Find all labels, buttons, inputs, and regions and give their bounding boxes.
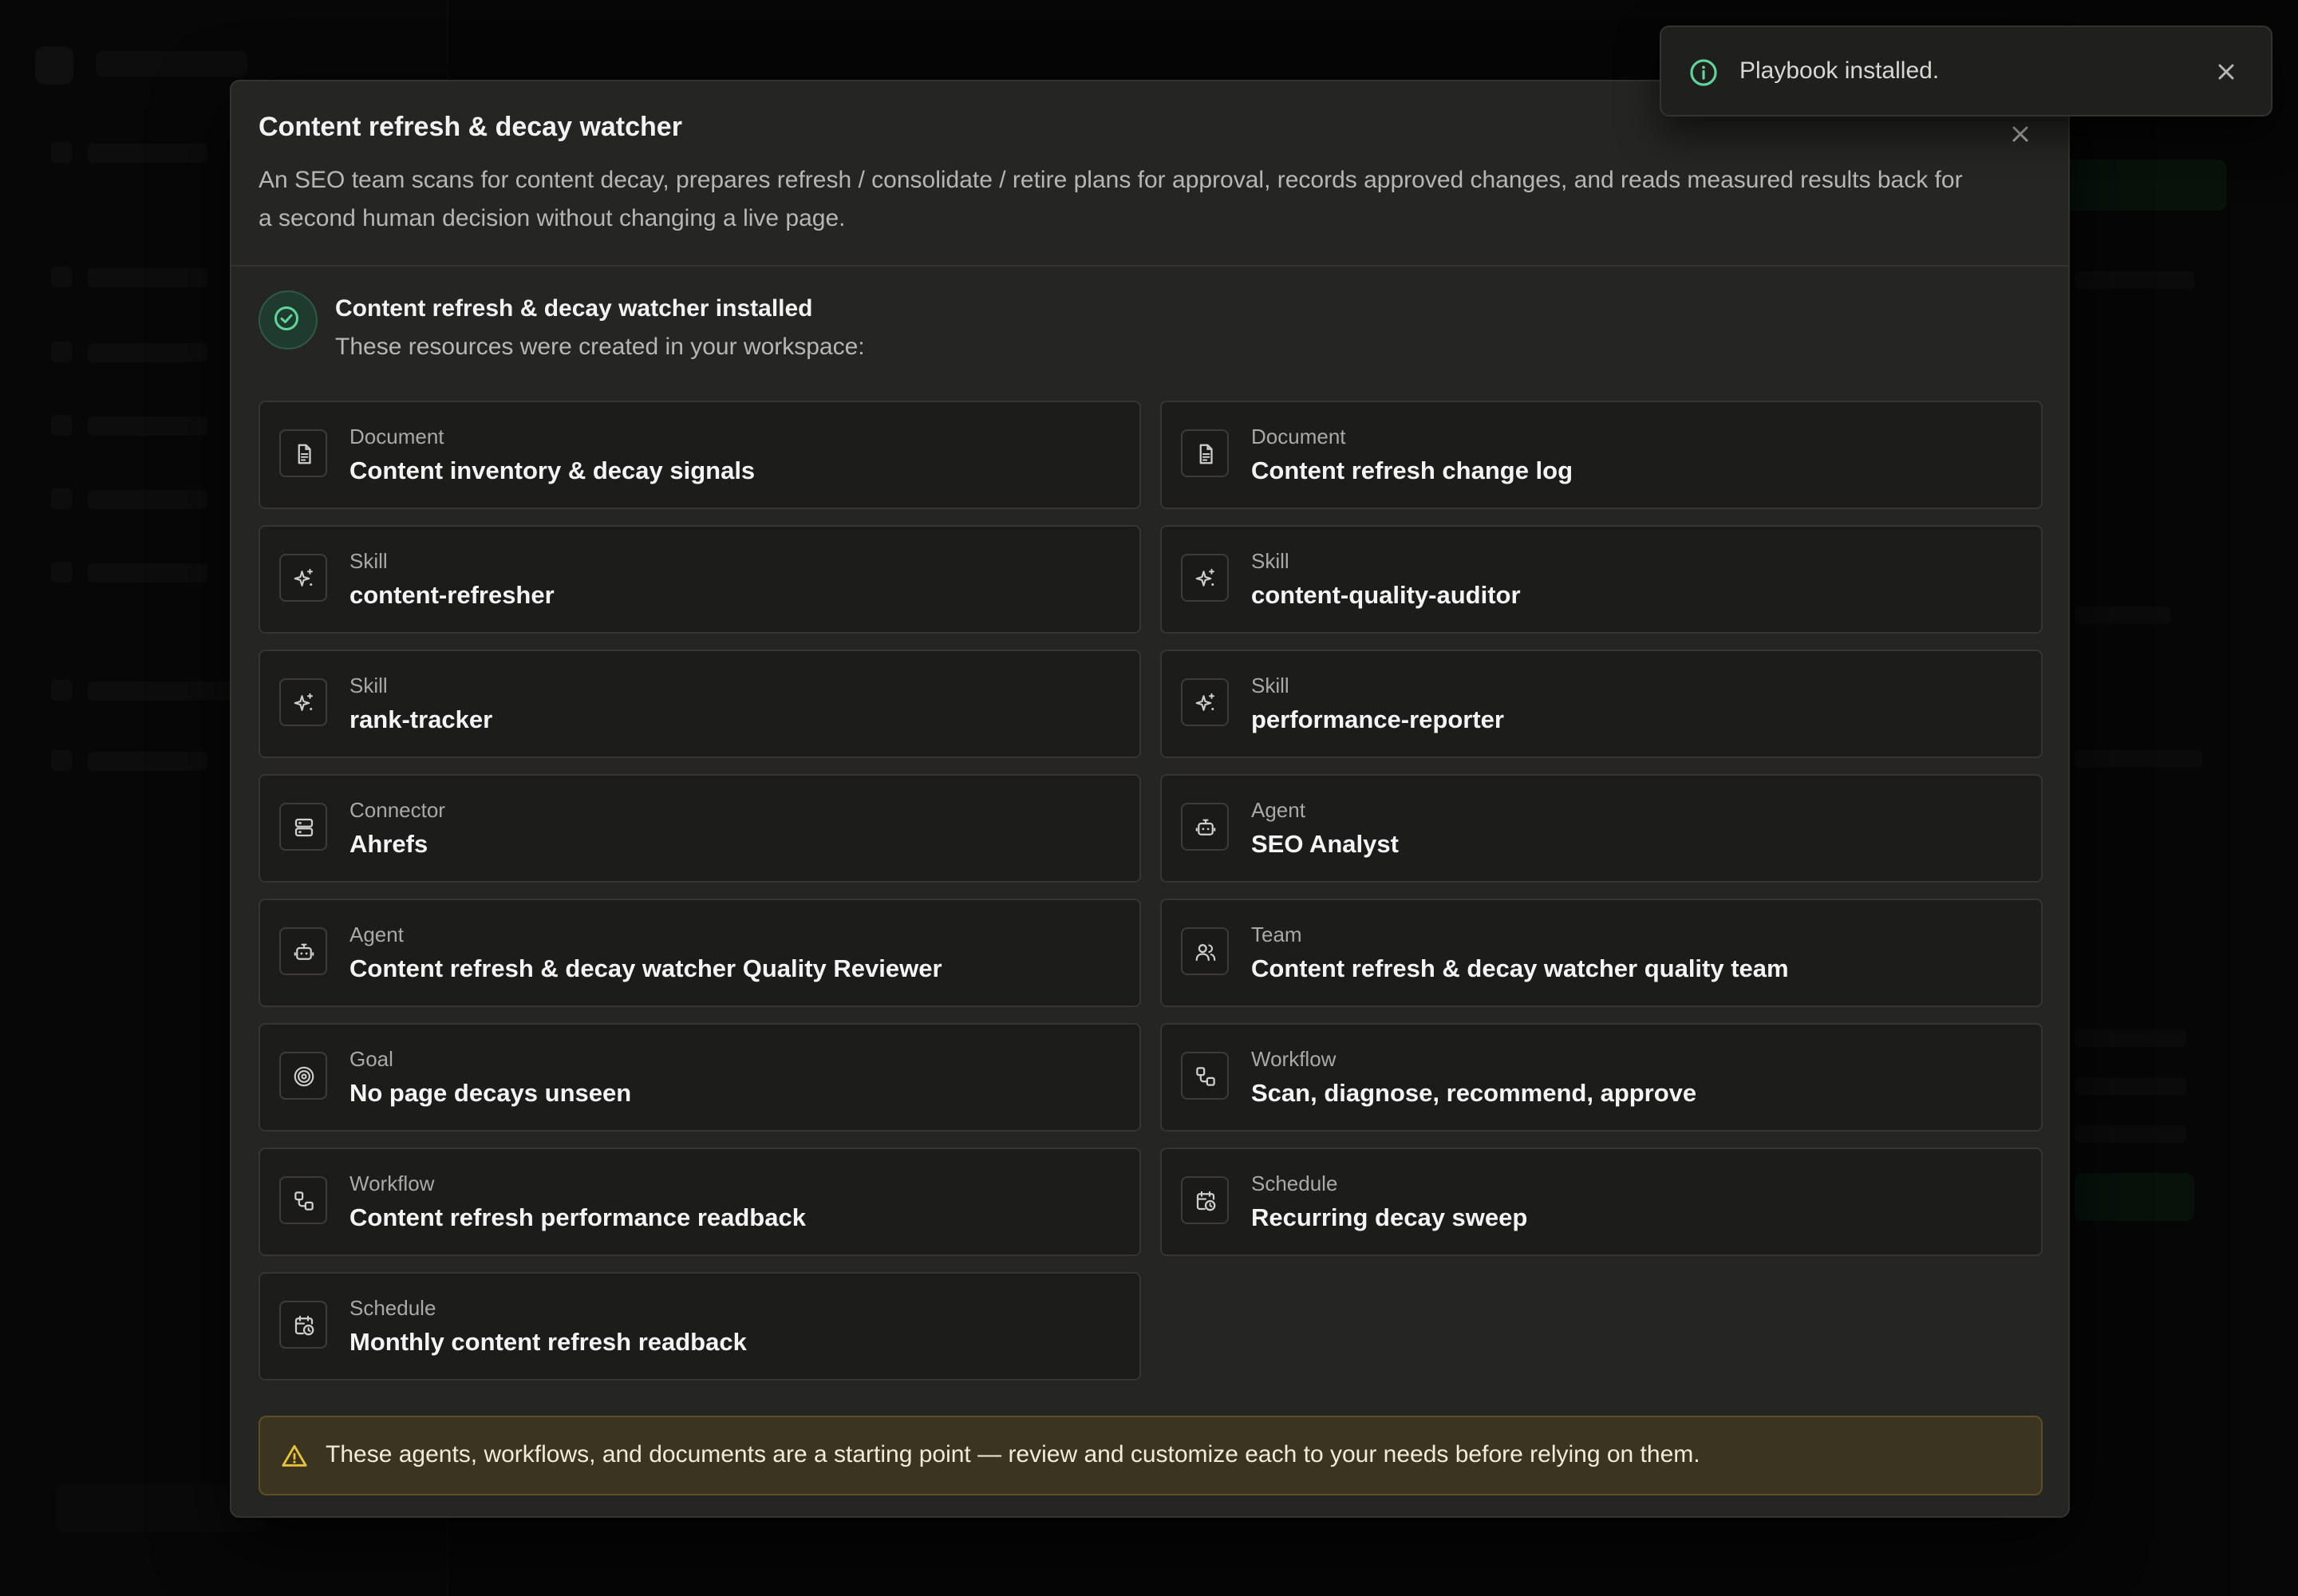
resource-card[interactable]: Agent Content refresh & decay watcher Qua… <box>259 899 1141 1007</box>
resource-card[interactable]: Skill content-quality-auditor <box>1160 525 2043 634</box>
bot-icon <box>294 943 314 960</box>
resource-card[interactable]: Skill rank-tracker <box>259 650 1141 758</box>
resource-name: No page decays unseen <box>349 1079 632 1107</box>
resource-name: Scan, diagnose, recommend, approve <box>1251 1079 1697 1107</box>
resource-type: Document <box>349 425 444 448</box>
resource-icon <box>279 429 327 477</box>
resource-name: rank-tracker <box>349 705 493 733</box>
resource-card[interactable]: Workflow Content refresh performance read… <box>259 1148 1141 1256</box>
resource-card[interactable]: Document Content inventory & decay signal… <box>259 401 1141 509</box>
resource-icon <box>1181 1052 1229 1100</box>
resource-name: Recurring decay sweep <box>1251 1203 1528 1231</box>
resource-card[interactable]: Schedule Monthly content refresh readback <box>259 1272 1141 1381</box>
resource-icon <box>279 1301 327 1349</box>
bot-icon <box>1195 819 1216 836</box>
resource-card[interactable]: Skill performance-reporter <box>1160 650 2043 758</box>
resource-card[interactable]: Agent SEO Analyst <box>1160 774 2043 883</box>
resource-card[interactable]: Document Content refresh change log <box>1160 401 2043 509</box>
resource-type: Skill <box>349 549 388 573</box>
resource-name: Content refresh & decay watcher quality … <box>1251 954 1789 982</box>
resource-icon <box>279 927 327 975</box>
resource-icon <box>1181 429 1229 477</box>
resource-card[interactable]: Connector Ahrefs <box>259 774 1141 883</box>
resource-type: Workflow <box>1251 1047 1337 1071</box>
resource-type: Schedule <box>1251 1171 1338 1195</box>
resource-type: Workflow <box>349 1171 435 1195</box>
resource-name: Monthly content refresh readback <box>349 1328 747 1356</box>
resource-type: Skill <box>1251 549 1289 573</box>
resource-card[interactable]: Team Content refresh & decay watcher qual… <box>1160 899 2043 1007</box>
resource-name: content-refresher <box>349 581 555 609</box>
close-icon <box>2218 64 2234 80</box>
resource-icon <box>1181 803 1229 851</box>
document-icon <box>298 444 311 464</box>
document-icon <box>1199 444 1213 464</box>
info-circle-icon <box>1690 59 1717 86</box>
users-icon <box>1195 944 1216 962</box>
resource-type: Connector <box>349 798 445 822</box>
resource-type: Goal <box>349 1047 393 1071</box>
resource-type: Skill <box>349 674 388 697</box>
resource-icon <box>279 1052 327 1100</box>
close-icon <box>2012 126 2028 142</box>
target-icon <box>294 1066 314 1087</box>
resource-name: Content inventory & decay signals <box>349 456 756 484</box>
resource-name: Ahrefs <box>349 830 428 858</box>
resource-type: Agent <box>349 922 404 946</box>
resource-card[interactable]: Workflow Scan, diagnose, recommend, appro… <box>1160 1023 2043 1132</box>
resource-icon <box>279 554 327 602</box>
resource-card[interactable]: Schedule Recurring decay sweep <box>1160 1148 2043 1256</box>
success-subtitle: These resources were created in your wor… <box>335 334 865 360</box>
sparkles-icon <box>294 693 313 711</box>
resource-card[interactable]: Skill content-refresher <box>259 525 1141 634</box>
workflow-icon <box>1196 1067 1215 1086</box>
success-title: Content refresh & decay watcher installe… <box>335 295 813 322</box>
success-badge <box>259 290 318 350</box>
warning-text: These agents, workflows, and documents a… <box>326 1441 1700 1468</box>
resource-icon <box>279 803 327 851</box>
playbook-installed-dialog: Content refresh & decay watcher An SEO t… <box>230 80 2070 1518</box>
resource-name: SEO Analyst <box>1251 830 1399 858</box>
warning-banner: These agents, workflows, and documents a… <box>259 1416 2043 1495</box>
resource-name: performance-reporter <box>1251 705 1504 733</box>
sparkles-icon <box>1195 693 1214 711</box>
calendar-clock-icon <box>1196 1191 1216 1211</box>
resource-type: Schedule <box>349 1296 436 1320</box>
calendar-clock-icon <box>294 1315 314 1336</box>
sparkles-icon <box>1195 568 1214 587</box>
resource-name: Content refresh performance readback <box>349 1203 806 1231</box>
resource-name: content-quality-auditor <box>1251 581 1521 609</box>
resource-type: Team <box>1251 922 1302 946</box>
workflow-icon <box>294 1191 314 1211</box>
dialog-description: An SEO team scans for content decay, pre… <box>259 167 1963 231</box>
toast-close-button[interactable] <box>2209 54 2244 89</box>
resource-card[interactable]: Goal No page decays unseen <box>259 1023 1141 1132</box>
resource-name: Content refresh & decay watcher Quality … <box>349 954 942 982</box>
server-icon <box>294 818 314 837</box>
resource-icon <box>1181 1176 1229 1224</box>
resource-type: Document <box>1251 425 1346 448</box>
resource-type: Skill <box>1251 674 1289 697</box>
resource-icon <box>279 1176 327 1224</box>
sparkles-icon <box>294 568 313 587</box>
resource-icon <box>279 678 327 726</box>
toast-message: Playbook installed. <box>1739 57 1940 84</box>
warning-triangle-icon <box>282 1444 307 1467</box>
resource-type: Agent <box>1251 798 1305 822</box>
toast-notification: Playbook installed. <box>1660 26 2272 117</box>
check-circle-icon <box>274 306 298 330</box>
resource-name: Content refresh change log <box>1251 456 1573 484</box>
dialog-close-button[interactable] <box>2001 115 2039 153</box>
resource-icon <box>1181 927 1229 975</box>
dialog-title: Content refresh & decay watcher <box>259 112 682 142</box>
resource-icon <box>1181 678 1229 726</box>
resource-icon <box>1181 554 1229 602</box>
